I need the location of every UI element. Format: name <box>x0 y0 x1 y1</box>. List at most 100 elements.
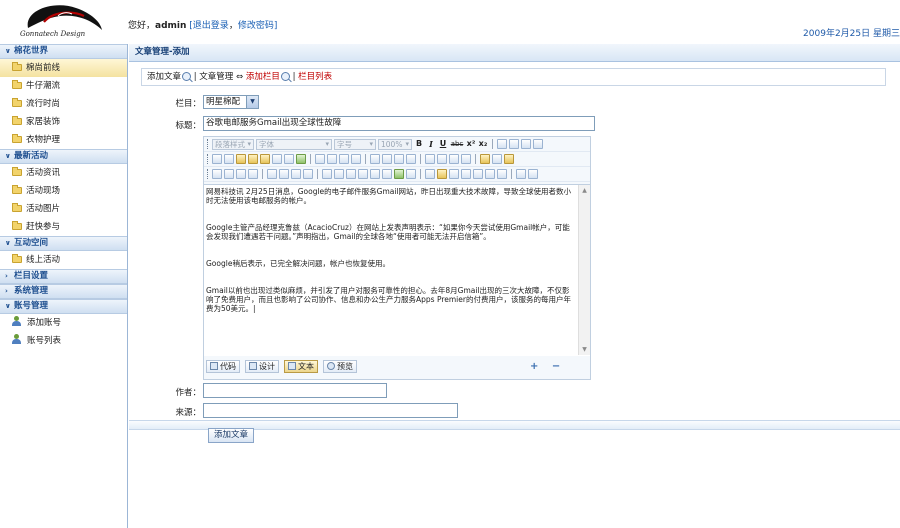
sidebar-item-event-photos[interactable]: 活动图片 <box>0 200 127 218</box>
template-icon[interactable] <box>480 154 490 164</box>
layer-icon[interactable] <box>492 154 502 164</box>
paragraph-style-combo[interactable]: 段落样式 <box>212 138 254 150</box>
sidebar-section-system[interactable]: › 系统管理 <box>0 284 127 299</box>
marquee-icon[interactable] <box>449 169 459 179</box>
add-article-button[interactable]: 添加文章 <box>208 428 255 443</box>
special-char-icon[interactable] <box>425 169 435 179</box>
font-size-combo[interactable]: 字号 <box>334 138 376 150</box>
sidebar-section-column-settings[interactable]: › 栏目设置 <box>0 269 127 284</box>
source-input[interactable] <box>203 403 458 418</box>
flash-icon[interactable] <box>224 169 234 179</box>
unordered-list-icon[interactable] <box>382 154 392 164</box>
about-icon[interactable] <box>528 169 538 179</box>
change-password-link[interactable]: 修改密码 <box>238 21 274 31</box>
zoom-combo[interactable]: 100% <box>378 138 412 150</box>
folder-icon[interactable] <box>504 154 514 164</box>
outdent-icon[interactable] <box>406 154 416 164</box>
table-row-icon[interactable] <box>279 169 289 179</box>
html-icon[interactable] <box>516 169 526 179</box>
scroll-up-icon[interactable]: ▲ <box>580 186 589 195</box>
align-left-icon[interactable] <box>497 139 507 149</box>
iframe-icon[interactable] <box>322 169 332 179</box>
align-right-icon[interactable] <box>521 139 531 149</box>
paste-word-icon[interactable] <box>260 154 270 164</box>
sidebar-item-cotton-frontline[interactable]: 棉尚前线 <box>0 59 127 77</box>
sidebar-item-home-decor[interactable]: 家居装饰 <box>0 113 127 131</box>
chevron-down-icon[interactable]: ▼ <box>246 96 258 108</box>
sidebar-section-interactive[interactable]: ∨ 互动空间 <box>0 236 127 251</box>
align-justify-icon[interactable] <box>533 139 543 149</box>
sidebar-item-fashion[interactable]: 流行时尚 <box>0 95 127 113</box>
italic-button[interactable]: I <box>426 139 436 149</box>
anchor-icon[interactable] <box>382 169 392 179</box>
add-column-link[interactable]: 添加栏目 <box>246 72 280 82</box>
check-icon[interactable] <box>296 154 306 164</box>
sidebar-item-event-scene[interactable]: 活动现场 <box>0 182 127 200</box>
ordered-list-icon[interactable] <box>370 154 380 164</box>
input-icon[interactable] <box>358 169 368 179</box>
design-mode-button[interactable]: 设计 <box>245 359 279 373</box>
pointer-icon[interactable] <box>351 154 361 164</box>
strikethrough-button[interactable]: abc <box>450 139 464 149</box>
cut-icon[interactable] <box>212 154 222 164</box>
date-icon[interactable] <box>461 169 471 179</box>
superscript-button[interactable]: x² <box>466 139 476 149</box>
text-mode-button[interactable]: 文本 <box>284 359 318 373</box>
scroll-down-icon[interactable]: ▼ <box>580 345 589 354</box>
sidebar-section-accounts[interactable]: ∨ 账号管理 <box>0 299 127 314</box>
sidebar-item-denim-trend[interactable]: 牛仔潮流 <box>0 77 127 95</box>
redo-icon[interactable] <box>327 154 337 164</box>
underline-button[interactable]: U <box>438 139 448 149</box>
media-icon[interactable] <box>236 169 246 179</box>
resize-editor-icon[interactable]: + − <box>530 361 565 372</box>
fullscreen-icon[interactable] <box>485 169 495 179</box>
horizontal-rule-icon[interactable] <box>346 169 356 179</box>
sidebar-item-add-account[interactable]: 添加账号 <box>0 314 127 332</box>
find-icon[interactable] <box>272 154 282 164</box>
sidebar-item-account-list[interactable]: 账号列表 <box>0 332 127 350</box>
bg-color-icon[interactable] <box>449 154 459 164</box>
delete-icon[interactable] <box>284 154 294 164</box>
preview-mode-button[interactable]: 预览 <box>323 359 357 373</box>
copy-icon[interactable] <box>224 154 234 164</box>
paste-icon[interactable] <box>236 154 246 164</box>
table-icon[interactable] <box>267 169 277 179</box>
code-mode-button[interactable]: 代码 <box>206 359 240 373</box>
link-icon[interactable] <box>370 169 380 179</box>
emoticon-icon[interactable] <box>437 169 447 179</box>
sidebar-section-latest-events[interactable]: ∨ 最新活动 <box>0 149 127 164</box>
add-article-link[interactable]: 添加文章 <box>147 72 181 82</box>
time-icon[interactable] <box>473 169 483 179</box>
editor-content-area[interactable]: 网易科技讯 2月25日消息，Google的电子邮件服务Gmail网站，昨日出现重… <box>204 184 590 356</box>
settings-icon[interactable] <box>406 169 416 179</box>
align-center-icon[interactable] <box>509 139 519 149</box>
font-color-icon[interactable] <box>437 154 447 164</box>
attachment-icon[interactable] <box>248 169 258 179</box>
format-icon[interactable] <box>461 154 471 164</box>
sidebar-item-join-now[interactable]: 赶快参与 <box>0 218 127 236</box>
editor-scrollbar[interactable]: ▲ ▼ <box>578 185 590 355</box>
indent-icon[interactable] <box>394 154 404 164</box>
font-combo[interactable]: 字体 <box>256 138 332 150</box>
sidebar-item-event-news[interactable]: 活动资讯 <box>0 164 127 182</box>
undo-icon[interactable] <box>315 154 325 164</box>
sidebar-section-cotton-world[interactable]: ∨ 棉花世界 <box>0 44 127 59</box>
sidebar-item-online-events[interactable]: 线上活动 <box>0 251 127 269</box>
column-select[interactable]: 明星棉配 ▼ <box>203 95 259 109</box>
bold-button[interactable]: B <box>414 139 424 149</box>
author-input[interactable] <box>203 383 387 398</box>
editor-text[interactable]: 网易科技讯 2月25日消息，Google的电子邮件服务Gmail网站，昨日出现重… <box>206 187 576 331</box>
article-manage-link[interactable]: 文章管理 <box>199 72 233 82</box>
select-icon[interactable] <box>339 154 349 164</box>
form-icon[interactable] <box>334 169 344 179</box>
title-input[interactable]: 谷歌电邮服务Gmail出现全球性故障 <box>203 116 595 131</box>
paste-text-icon[interactable] <box>248 154 258 164</box>
grid-icon[interactable] <box>303 169 313 179</box>
table-cell-icon[interactable] <box>291 169 301 179</box>
logout-link[interactable]: 退出登录 <box>193 21 229 31</box>
map-icon[interactable] <box>394 169 404 179</box>
sidebar-item-clothing-care[interactable]: 衣物护理 <box>0 131 127 149</box>
subscript-button[interactable]: x₂ <box>478 139 488 149</box>
paragraph-icon[interactable] <box>425 154 435 164</box>
image-icon[interactable] <box>212 169 222 179</box>
